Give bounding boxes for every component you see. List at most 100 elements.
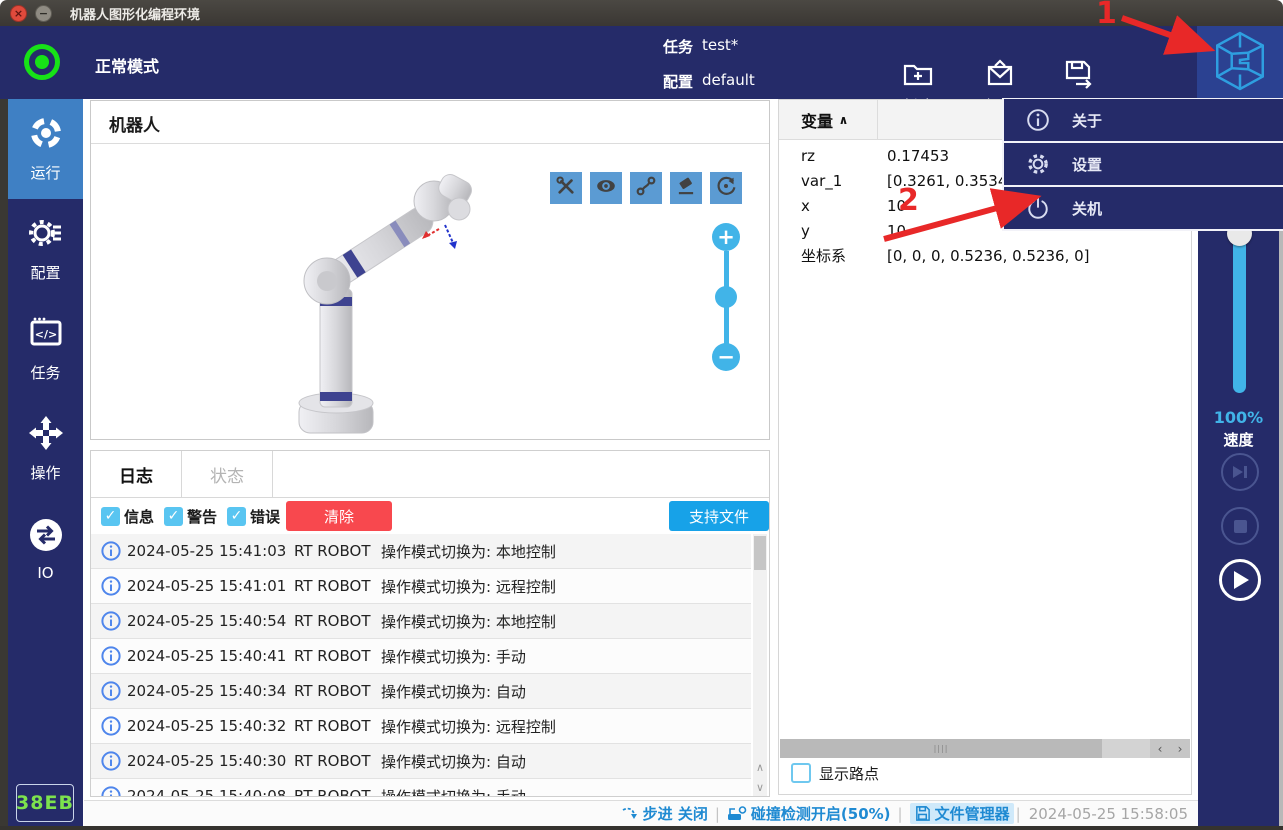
log-tab-bar: 日志 状态 [91,451,769,498]
info-icon [101,576,121,600]
title-bar: × − 机器人图形化编程环境 [0,0,1283,26]
header-bar: 正常模式 任务 test* 配置 default 新建 打开 [0,26,1283,99]
speed-percent: 100% [1198,408,1279,427]
play-button[interactable] [1219,559,1261,601]
brand-cube-logo-icon [1214,31,1266,95]
log-scrollbar-thumb[interactable] [754,536,766,570]
collision-detect-status[interactable]: 碰撞检测开启(50%) [727,803,891,824]
log-row[interactable]: 2024-05-25 15:40:32 RT ROBOT 操作模式切换为: 远程… [91,709,751,744]
app-menu-button[interactable] [1197,26,1283,99]
scroll-down-icon[interactable]: ∨ [753,778,767,796]
scroll-up-icon[interactable]: ∧ [753,758,767,776]
view-erase-button[interactable] [670,172,702,204]
info-icon [101,716,121,740]
log-row[interactable]: 2024-05-25 15:40:54 RT ROBOT 操作模式切换为: 本地… [91,604,751,639]
gear-icon [1026,152,1050,176]
variables-hscrollbar-thumb[interactable]: |||| [780,739,1102,758]
run-target-icon [28,115,64,155]
tools-icon [553,173,579,203]
log-row[interactable]: 2024-05-25 15:40:41 RT ROBOT 操作模式切换为: 手动 [91,639,751,674]
collapse-chevron-icon[interactable]: ∧ [839,113,849,127]
step-forward-button[interactable] [1221,453,1259,491]
tab-log[interactable]: 日志 [91,451,182,498]
variable-row[interactable]: 坐标系 [0, 0, 0, 0.5236, 0.5236, 0] [779,243,1191,268]
speed-slider-track[interactable] [1233,233,1246,393]
file-manager-button[interactable]: 文件管理器 [910,803,1014,824]
separator: | [1016,805,1021,823]
scroll-left-icon[interactable]: ‹ [1150,739,1170,758]
filter-info-checkbox[interactable]: ✓ [101,507,120,526]
menu-item-about[interactable]: 关于 [1004,99,1283,143]
annotation-step-2: 2 [898,183,919,218]
task-label: 任务 [663,36,693,57]
window-left-edge [0,99,8,830]
sidebar-item-io[interactable]: IO [8,499,83,599]
sidebar-item-task[interactable]: </> 任务 [8,299,83,399]
desktop-strip [0,826,1283,830]
menu-item-shutdown[interactable]: 关机 [1004,187,1283,231]
variables-hscrollbar[interactable]: |||| ‹ › [780,739,1190,758]
zoom-out-button[interactable]: − [712,343,740,371]
stop-icon [1234,520,1247,533]
app-dropdown-menu: 关于 设置 关机 [1002,98,1283,231]
sidebar-item-operate[interactable]: 操作 [8,399,83,499]
view-visibility-button[interactable] [590,172,622,204]
separator: | [898,805,903,823]
view-tools-button[interactable] [550,172,582,204]
step-arrow-icon [621,805,639,823]
collision-robot-icon [727,805,747,823]
robot-3d-panel[interactable]: 机器人 [90,100,770,440]
eraser-icon [673,173,699,203]
filter-error-checkbox[interactable]: ✓ [227,507,246,526]
sidebar-item-config[interactable]: 配置 [8,199,83,299]
minimize-icon[interactable]: − [35,5,52,22]
tab-status[interactable]: 状态 [182,451,273,498]
variables-header-cell: 变量 ∧ [779,100,878,140]
annotation-step-1: 1 [1096,0,1117,31]
robot-panel-title: 机器人 [109,111,160,136]
log-list[interactable]: 2024-05-25 15:41:03 RT ROBOT 操作模式切换为: 本地… [91,534,751,796]
info-icon [101,681,121,705]
info-icon [101,646,121,670]
sidebar-item-run[interactable]: 运行 [8,99,83,199]
close-icon[interactable]: × [10,5,27,22]
zoom-slider-thumb[interactable] [715,286,737,308]
normal-mode-indicator-icon [24,44,60,80]
log-row[interactable]: 2024-05-25 15:40:08 RT ROBOT 操作模式切换为: 手动 [91,779,751,796]
info-icon [101,611,121,635]
menu-item-settings[interactable]: 设置 [1004,143,1283,187]
log-scrollbar[interactable]: ∧ ∨ [753,534,767,796]
task-value: test* [702,36,738,54]
log-row[interactable]: 2024-05-25 15:41:03 RT ROBOT 操作模式切换为: 本地… [91,534,751,569]
app-window: × − 机器人图形化编程环境 正常模式 任务 test* 配置 default … [0,0,1283,830]
stop-button[interactable] [1221,507,1259,545]
step-forward-icon [1232,465,1248,479]
show-waypoints-checkbox[interactable] [791,763,811,783]
view-rotate-button[interactable] [710,172,742,204]
rotate-icon [713,173,739,203]
window-title: 机器人图形化编程环境 [70,4,200,23]
robot-arm-render [241,151,481,441]
log-panel: 日志 状态 ✓ 信息 ✓ 警告 ✓ 错误 清除 支持文件 2024-05-25 … [90,450,770,797]
log-row[interactable]: 2024-05-25 15:40:34 RT ROBOT 操作模式切换为: 自动 [91,674,751,709]
scroll-right-icon[interactable]: › [1170,739,1190,758]
show-waypoints-label: 显示路点 [819,763,879,784]
config-label: 配置 [663,71,693,92]
status-bar: 步进 关闭 | 碰撞检测开启(50%) | 文件管理器 | 2024-05-25… [84,800,1198,826]
path-spline-icon [633,173,659,203]
support-file-button[interactable]: 支持文件 [669,501,769,531]
log-row[interactable]: 2024-05-25 15:40:30 RT ROBOT 操作模式切换为: 自动 [91,744,751,779]
log-row[interactable]: 2024-05-25 15:41:01 RT ROBOT 操作模式切换为: 远程… [91,569,751,604]
zoom-in-button[interactable]: + [712,223,740,251]
power-icon [1026,196,1050,220]
file-manager-icon [914,805,931,822]
view-path-button[interactable] [630,172,662,204]
play-icon [1234,571,1249,589]
clear-log-button[interactable]: 清除 [286,501,392,531]
filter-warning-label: 警告 [187,506,217,527]
io-swap-icon [28,517,64,557]
info-icon [101,541,121,565]
eye-icon [593,173,619,203]
step-mode-status[interactable]: 步进 关闭 [621,803,708,824]
filter-warning-checkbox[interactable]: ✓ [164,507,183,526]
